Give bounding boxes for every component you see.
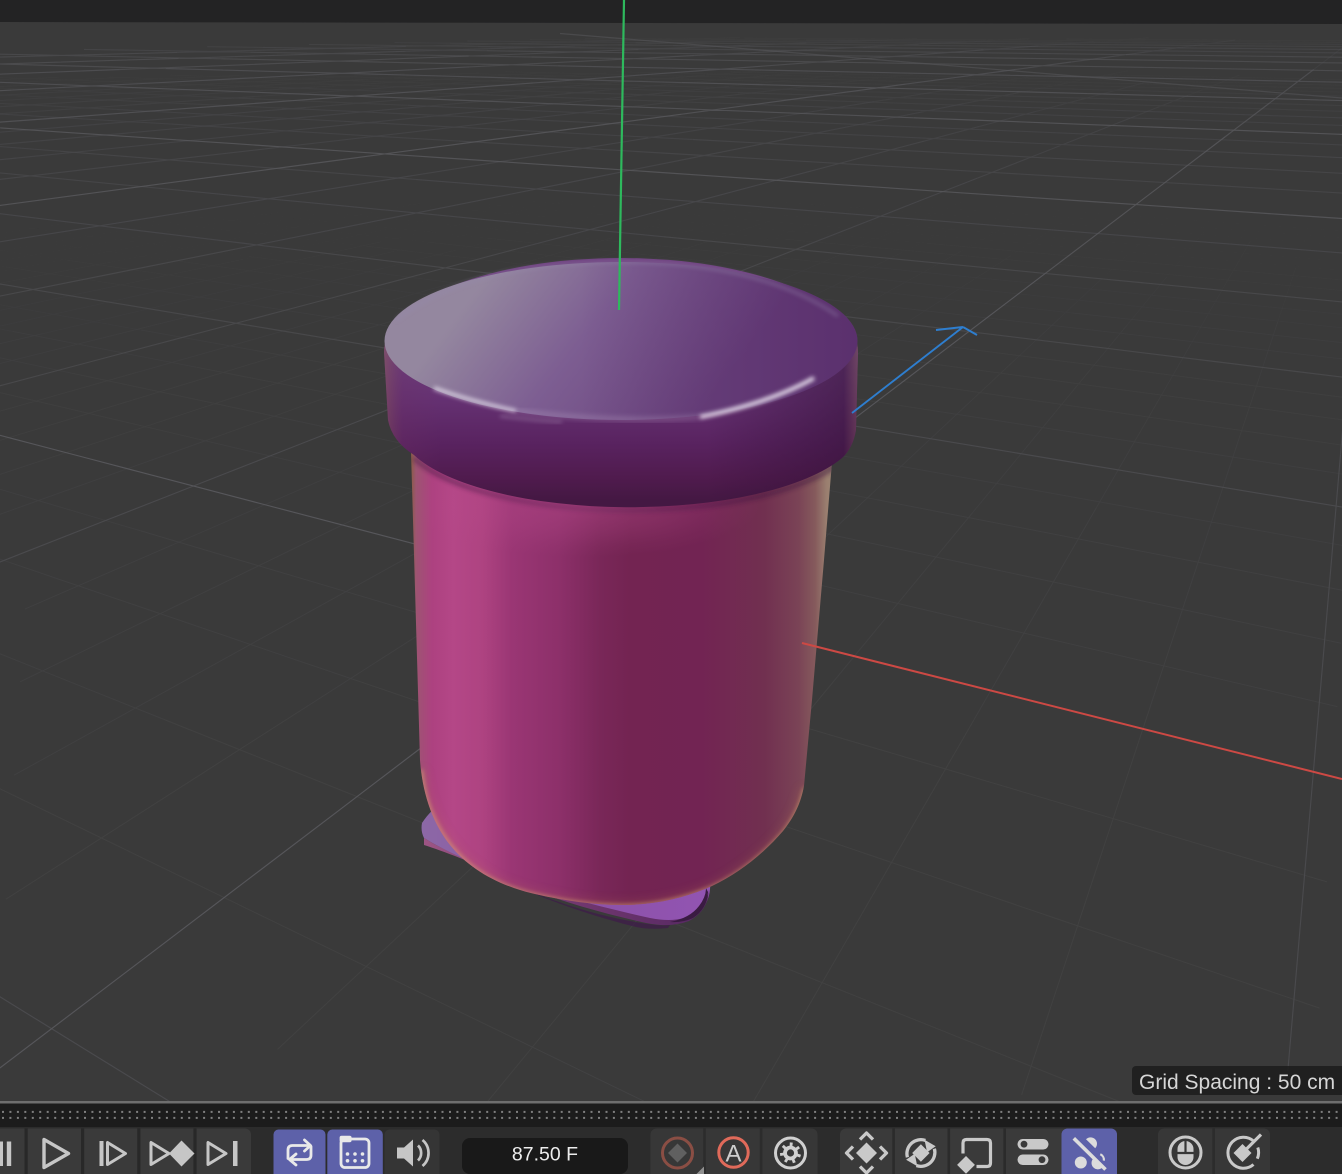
svg-text:87.50 F: 87.50 F bbox=[512, 1144, 578, 1166]
svg-text:Grid Spacing : 50 cm: Grid Spacing : 50 cm bbox=[1139, 1071, 1335, 1094]
svg-text:A: A bbox=[725, 1141, 741, 1168]
